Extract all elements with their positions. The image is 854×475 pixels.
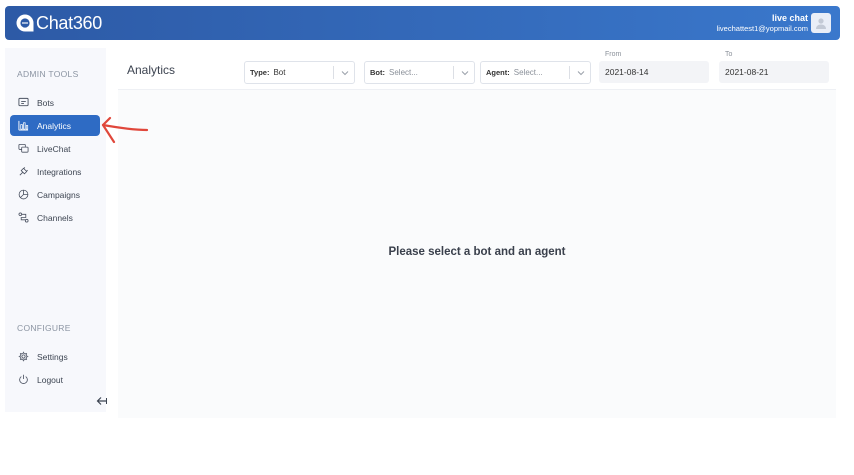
chevron-down-icon [461,71,469,76]
app-root: Chat360 live chat livechattest1@yopmail.… [0,0,854,475]
power-icon [18,374,29,385]
sidebar-item-label: Settings [37,351,68,362]
user-email: livechattest1@yopmail.com [716,24,808,33]
to-date-input[interactable]: 2021-08-21 [719,61,829,83]
sidebar-item-logout[interactable]: Logout [10,369,100,390]
configure-label: CONFIGURE [17,323,71,333]
user-name: live chat [771,13,808,23]
agent-select-label: Agent: [486,68,510,77]
page-title: Analytics [127,63,176,77]
sidebar-item-livechat[interactable]: LiveChat [10,138,100,159]
pie-chart-icon [18,189,29,200]
type-select-value: Bot [273,68,286,77]
bot-select-label: Bot: [370,68,385,77]
analytics-toolbar: Analytics Type: Bot Bot: Select... Agent… [118,48,836,90]
avatar[interactable] [811,13,831,33]
user-icon [816,18,826,29]
channels-icon [18,212,29,223]
sidebar-item-integrations[interactable]: Integrations [10,161,100,182]
from-date-input[interactable]: 2021-08-14 [599,61,709,83]
user-info[interactable]: live chat livechattest1@yopmail.com [717,13,808,34]
chevron-down-icon [577,71,585,76]
bot-select[interactable]: Bot: Select... [364,61,475,84]
sidebar-item-settings[interactable]: Settings [10,346,100,367]
sidebar-item-bots[interactable]: Bots [10,92,100,113]
type-select-label: Type: [250,68,270,77]
select-separator [333,66,334,79]
to-label: To [725,51,733,58]
logo[interactable]: Chat360 [15,13,102,33]
select-separator [569,66,570,79]
top-header: Chat360 live chat livechattest1@yopmail.… [5,6,840,40]
collapse-arrow-icon [96,397,107,405]
select-separator [453,66,454,79]
sidebar-item-label: Campaigns [37,189,80,200]
type-select[interactable]: Type: Bot [244,61,355,84]
analytics-content: Please select a bot and an agent [118,90,836,418]
empty-state-message: Please select a bot and an agent [388,246,566,258]
agent-select[interactable]: Agent: Select... [480,61,591,84]
sidebar-item-label: LiveChat [37,143,71,154]
logo-text: Chat360 [36,13,102,33]
sidebar: ADMIN TOOLS Bots Analytics LiveChat Inte… [5,48,109,412]
from-label: From [605,51,622,58]
gear-icon [18,351,29,362]
plug-icon [18,166,29,177]
sidebar-item-label: Integrations [37,166,82,177]
sidebar-item-analytics[interactable]: Analytics [10,115,100,136]
sidebar-item-channels[interactable]: Channels [10,207,100,228]
sidebar-item-label: Bots [37,97,55,108]
sidebar-item-label: Logout [37,374,63,385]
bot-select-placeholder: Select... [389,68,418,77]
sidebar-item-label: Analytics [37,120,72,131]
chat-icon [18,143,29,154]
chat-logo-icon [15,13,35,33]
bar-chart-icon [18,120,29,131]
sidebar-item-label: Channels [37,212,73,223]
admin-tools-label: ADMIN TOOLS [17,69,79,79]
annotation-arrow-icon [101,116,149,144]
collapse-sidebar-button[interactable] [95,395,109,407]
chevron-down-icon [341,71,349,76]
bot-icon [18,97,29,108]
agent-select-placeholder: Select... [513,68,543,77]
sidebar-item-campaigns[interactable]: Campaigns [10,184,100,205]
